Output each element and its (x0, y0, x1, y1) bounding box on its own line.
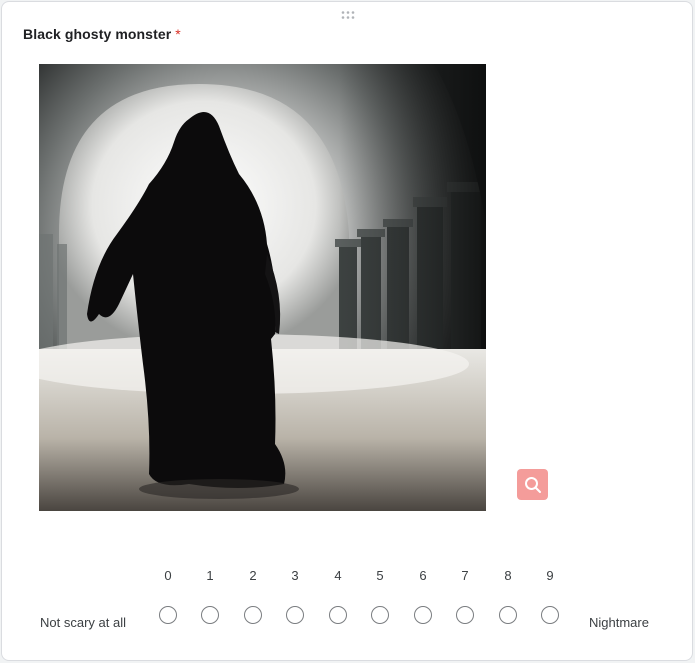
scale-radio-8[interactable] (499, 606, 517, 624)
scale-number-9: 9 (546, 568, 554, 583)
scale-number-6: 6 (419, 568, 427, 583)
question-title-text: Black ghosty monster (23, 26, 172, 42)
scale-radio-2[interactable] (244, 606, 262, 624)
scale-radio-7[interactable] (456, 606, 474, 624)
scale-low-label: Not scary at all (40, 615, 126, 630)
scale-radio-0[interactable] (159, 606, 177, 624)
scale-number-0: 0 (164, 568, 172, 583)
scale-radio-5[interactable] (371, 606, 389, 624)
question-title: Black ghosty monster * (23, 26, 181, 42)
scale-radio-4[interactable] (329, 606, 347, 624)
required-asterisk: * (175, 26, 181, 42)
scale-number-3: 3 (291, 568, 299, 583)
scale-radio-9[interactable] (541, 606, 559, 624)
scale-radio-6[interactable] (414, 606, 432, 624)
search-icon (524, 476, 541, 493)
scale-high-label: Nightmare (589, 615, 649, 630)
scale-radio-3[interactable] (286, 606, 304, 624)
scale-number-7: 7 (461, 568, 469, 583)
question-image (39, 64, 486, 511)
scale-number-4: 4 (334, 568, 342, 583)
scale-radio-1[interactable] (201, 606, 219, 624)
scale-number-8: 8 (504, 568, 512, 583)
scale-number-2: 2 (249, 568, 257, 583)
scale-number-1: 1 (206, 568, 214, 583)
drag-handle-icon[interactable] (340, 10, 356, 20)
question-card: Black ghosty monster * 0 1 2 3 4 5 6 7 8… (1, 1, 693, 661)
zoom-image-button[interactable] (517, 469, 548, 500)
scale-number-5: 5 (376, 568, 384, 583)
